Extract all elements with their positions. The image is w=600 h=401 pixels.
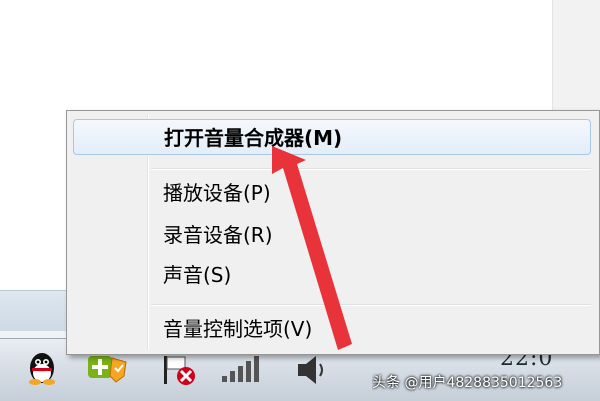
menu-item-open-volume-mixer[interactable]: 打开音量合成器(M)	[73, 119, 591, 155]
menu-separator	[151, 168, 591, 170]
qq-icon[interactable]	[22, 348, 62, 388]
menu-separator	[151, 304, 591, 306]
watermark-text: 头条 @用户4828835012563	[372, 375, 563, 391]
menu-item-volume-control-options[interactable]: 音量控制选项(V)	[73, 311, 591, 347]
menu-item-recording-devices[interactable]: 录音设备(R)	[73, 217, 591, 253]
security-shield-icon[interactable]	[86, 350, 130, 384]
menu-item-label: 声音(S)	[163, 263, 232, 287]
menu-item-label: 录音设备(R)	[163, 223, 273, 247]
wifi-signal-icon[interactable]	[218, 356, 262, 384]
menu-item-label: 音量控制选项(V)	[163, 317, 313, 341]
menu-item-playback-devices[interactable]: 播放设备(P)	[73, 175, 591, 211]
speaker-icon[interactable]	[292, 352, 332, 388]
menu-item-label: 播放设备(P)	[163, 181, 271, 205]
volume-context-menu: 打开音量合成器(M) 播放设备(P) 录音设备(R) 声音(S) 音量控制选项(…	[66, 110, 600, 355]
menu-item-label: 打开音量合成器(M)	[164, 126, 343, 150]
menu-item-sounds[interactable]: 声音(S)	[73, 257, 591, 293]
network-error-icon[interactable]	[160, 352, 200, 388]
